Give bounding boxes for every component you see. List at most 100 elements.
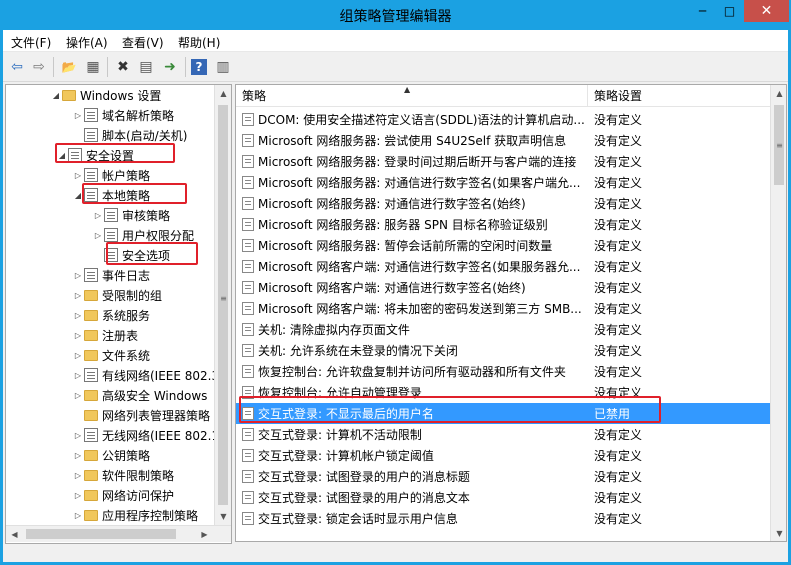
tree-item-label: 注册表 (102, 328, 139, 343)
collapsed-arrow-icon[interactable]: ▷ (72, 471, 84, 480)
policy-row[interactable]: Microsoft 网络服务器: 对通信进行数字签名(如果客户端允... 没有定义 (236, 172, 770, 193)
tree-item[interactable]: ▷ 高级安全 Windows (72, 385, 207, 405)
policy-setting-icon (242, 113, 254, 126)
policy-row[interactable]: Microsoft 网络客户端: 将未加密的密码发送到第三方 SMB... 没有定… (236, 298, 770, 319)
scroll-down-button[interactable]: ▼ (771, 525, 786, 541)
tree-item[interactable]: ◢ Windows 设置 (50, 85, 161, 105)
policy-setting-icon (242, 134, 254, 147)
policy-row[interactable]: Microsoft 网络客户端: 对通信进行数字签名(如果服务器允... 没有定义 (236, 256, 770, 277)
scroll-up-button[interactable]: ▲ (215, 85, 231, 102)
collapsed-arrow-icon[interactable]: ▷ (72, 171, 84, 180)
menu-view[interactable]: 查看(V) (122, 34, 164, 51)
collapsed-arrow-icon[interactable]: ▷ (92, 231, 104, 240)
back-arrow-icon[interactable]: ⇦ (7, 57, 27, 77)
tree-item[interactable]: ▷ 无线网络(IEEE 802.11) (72, 425, 231, 445)
menu-action[interactable]: 操作(A) (66, 34, 108, 51)
tree-item[interactable]: 脚本(启动/关机) (72, 125, 187, 145)
policy-row[interactable]: Microsoft 网络服务器: 暂停会话前所需的空闲时间数量 没有定义 (236, 235, 770, 256)
tree-item[interactable]: ▷ 公钥策略 (72, 445, 150, 465)
tree-vertical-scrollbar[interactable]: ▲ ≡ ▼ (214, 85, 231, 525)
tree-item[interactable]: ▷ 软件限制策略 (72, 465, 174, 485)
policy-row[interactable]: 交互式登录: 锁定会话时显示用户信息 没有定义 (236, 508, 770, 529)
collapsed-arrow-icon[interactable]: ▷ (72, 391, 84, 400)
delete-icon[interactable]: ✖ (113, 57, 133, 77)
policy-row[interactable]: DCOM: 使用安全描述符定义语言(SDDL)语法的计算机启动... 没有定义 (236, 109, 770, 130)
collapsed-arrow-icon[interactable]: ▷ (72, 111, 84, 120)
tree-item[interactable]: ▷ 事件日志 (72, 265, 150, 285)
collapsed-arrow-icon[interactable]: ▷ (92, 211, 104, 220)
column-header-policy[interactable]: 策略 ▲ (236, 85, 588, 107)
scroll-right-button[interactable]: ▶ (196, 526, 213, 543)
collapsed-arrow-icon[interactable]: ▷ (72, 311, 84, 320)
policy-row[interactable]: Microsoft 网络服务器: 服务器 SPN 目标名称验证级别 没有定义 (236, 214, 770, 235)
policy-row[interactable]: 交互式登录: 计算机帐户锁定阈值 没有定义 (236, 445, 770, 466)
tree-item[interactable]: ▷ 文件系统 (72, 345, 150, 365)
tree-item[interactable]: ▷ 注册表 (72, 325, 138, 345)
collapsed-arrow-icon[interactable]: ▷ (72, 351, 84, 360)
up-folder-icon[interactable]: 📂 (59, 57, 79, 77)
collapsed-arrow-icon[interactable]: ▷ (72, 331, 84, 340)
export-list-icon[interactable]: ➜ (160, 57, 180, 77)
policy-name: 关机: 清除虚拟内存页面文件 (258, 323, 410, 337)
collapsed-arrow-icon[interactable]: ▷ (72, 491, 84, 500)
tree-item[interactable]: ▷ 应用程序控制策略 (72, 505, 198, 525)
policy-row[interactable]: 交互式登录: 试图登录的用户的消息文本 没有定义 (236, 487, 770, 508)
window-title: 组策略管理编辑器 (339, 9, 452, 25)
collapsed-arrow-icon[interactable]: ▷ (72, 271, 84, 280)
policy-row[interactable]: 关机: 允许系统在未登录的情况下关闭 没有定义 (236, 340, 770, 361)
menu-file[interactable]: 文件(F) (11, 34, 51, 51)
forward-arrow-icon[interactable]: ⇨ (29, 57, 49, 77)
expanded-arrow-icon[interactable]: ◢ (72, 191, 84, 200)
scroll-left-button[interactable]: ◀ (6, 526, 23, 543)
collapsed-arrow-icon[interactable]: ▷ (72, 371, 84, 380)
policy-row-selected[interactable]: 交互式登录: 不显示最后的用户名 已禁用 (236, 403, 770, 424)
expanded-arrow-icon[interactable]: ◢ (56, 151, 68, 160)
scroll-up-button[interactable]: ▲ (771, 85, 786, 102)
policy-row[interactable]: 恢复控制台: 允许软盘复制并访问所有驱动器和所有文件夹 没有定义 (236, 361, 770, 382)
tree-item[interactable]: ▷ 有线网络(IEEE 802.3) (72, 365, 224, 385)
tree-item[interactable]: ▷ 受限制的组 (72, 285, 162, 305)
close-button[interactable]: ✕ (744, 0, 789, 22)
tree-item[interactable]: ◢ 本地策略 (72, 185, 150, 205)
policy-setting-value: 没有定义 (594, 197, 643, 211)
tree-item[interactable]: 网络列表管理器策略 (72, 405, 210, 425)
properties-icon[interactable]: ▤ (136, 57, 156, 77)
tree-item[interactable]: ▷ 审核策略 (92, 205, 170, 225)
policy-setting-value: 没有定义 (594, 260, 643, 274)
tree-item[interactable]: ▷ 用户权限分配 (92, 225, 194, 245)
tree-item[interactable]: ▷ 域名解析策略 (72, 105, 174, 125)
tree-item[interactable]: ▷ 系统服务 (72, 305, 150, 325)
policy-setting-value: 没有定义 (594, 113, 643, 127)
collapsed-arrow-icon[interactable]: ▷ (72, 431, 84, 440)
policy-row[interactable]: Microsoft 网络服务器: 登录时间过期后断开与客户端的连接 没有定义 (236, 151, 770, 172)
policy-row[interactable]: Microsoft 网络客户端: 对通信进行数字签名(始终) 没有定义 (236, 277, 770, 298)
tree-item[interactable]: 安全选项 (92, 245, 170, 265)
list-vertical-scrollbar[interactable]: ▲ ≡ ▼ (770, 85, 786, 541)
collapsed-arrow-icon[interactable]: ▷ (72, 511, 84, 520)
tree-item[interactable]: ▷ 帐户策略 (72, 165, 150, 185)
tree-item[interactable]: ◢ 安全设置 (56, 145, 134, 165)
collapsed-arrow-icon[interactable]: ▷ (72, 451, 84, 460)
console-view-icon[interactable]: ▥ (213, 57, 233, 77)
help-icon[interactable]: ? (191, 59, 207, 75)
minimize-button[interactable]: ─ (690, 0, 715, 22)
tree-horizontal-scrollbar[interactable]: ◀ ▶ (6, 525, 231, 542)
expanded-arrow-icon[interactable]: ◢ (50, 91, 62, 100)
collapsed-arrow-icon[interactable]: ▷ (72, 291, 84, 300)
policy-row[interactable]: 交互式登录: 计算机不活动限制 没有定义 (236, 424, 770, 445)
column-header-setting[interactable]: 策略设置 (588, 85, 770, 107)
policy-setting-value: 没有定义 (594, 302, 643, 316)
show-hide-tree-icon[interactable]: ▦ (83, 57, 103, 77)
policy-row[interactable]: 交互式登录: 试图登录的用户的消息标题 没有定义 (236, 466, 770, 487)
menu-help[interactable]: 帮助(H) (178, 34, 220, 51)
tree-hscroll-thumb[interactable] (26, 529, 176, 539)
menu-bar: 文件(F) 操作(A) 查看(V) 帮助(H) (3, 30, 788, 52)
policy-list-pane: 策略 ▲ 策略设置 DCOM: 使用安全描述符定义语言(SDDL)语法的计算机启… (235, 84, 787, 542)
policy-row[interactable]: 恢复控制台: 允许自动管理登录 没有定义 (236, 382, 770, 403)
scroll-down-button[interactable]: ▼ (215, 508, 231, 525)
policy-row[interactable]: Microsoft 网络服务器: 尝试使用 S4U2Self 获取声明信息 没有定… (236, 130, 770, 151)
maximize-button[interactable]: □ (717, 0, 742, 22)
tree-item[interactable]: ▷ 网络访问保护 (72, 485, 174, 505)
policy-row[interactable]: Microsoft 网络服务器: 对通信进行数字签名(始终) 没有定义 (236, 193, 770, 214)
policy-row[interactable]: 关机: 清除虚拟内存页面文件 没有定义 (236, 319, 770, 340)
